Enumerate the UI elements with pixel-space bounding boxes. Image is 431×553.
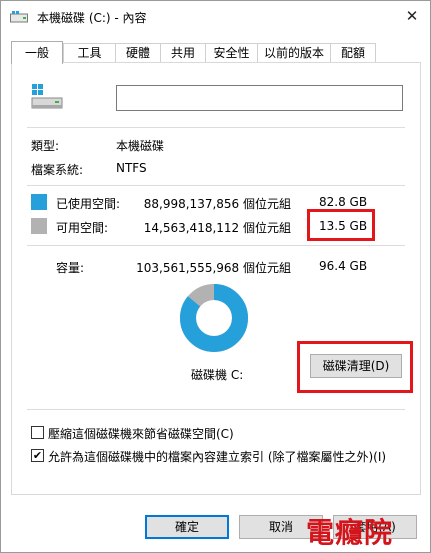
used-space-size: 82.8 GB (319, 195, 368, 209)
divider (27, 127, 405, 128)
highlight-box (307, 209, 375, 241)
free-space-bytes: 14,563,418,112 個位元組 (143, 221, 291, 235)
divider (27, 185, 405, 186)
close-icon: ✕ (405, 7, 419, 25)
used-space-bytes: 88,998,137,856 個位元組 (143, 197, 291, 211)
compress-label: 壓縮這個磁碟機來節省磁碟空間(C) (48, 427, 234, 441)
used-space-swatch (31, 194, 47, 210)
tab-tools[interactable]: 工具 (63, 43, 116, 63)
highlight-box (297, 341, 413, 393)
drive-icon (10, 11, 28, 23)
type-value: 本機磁碟 (116, 139, 165, 153)
properties-window: 本機磁碟 (C:) - 內容 ✕ 一般 工具 硬體 共用 安全性 以前的版本 配… (0, 0, 431, 553)
tab-bar: 一般 工具 硬體 共用 安全性 以前的版本 配額 (11, 41, 421, 64)
free-space-label: 可用空間: (56, 221, 109, 235)
tab-sharing[interactable]: 共用 (160, 43, 206, 63)
capacity-bytes: 103,561,555,968 個位元組 (136, 261, 291, 275)
title-bar: 本機磁碟 (C:) - 內容 ✕ (1, 1, 430, 33)
compress-checkbox[interactable] (31, 426, 44, 439)
watermark-logo: 電癮院 (306, 516, 394, 549)
drive-name-input[interactable] (116, 85, 403, 111)
index-label: 允許為這個磁碟機中的檔案內容建立索引 (除了檔案屬性之外)(I) (48, 450, 387, 464)
tab-quota[interactable]: 配額 (330, 43, 376, 63)
tab-general[interactable]: 一般 (11, 41, 63, 64)
disk-usage-donut (180, 284, 248, 352)
free-space-swatch (31, 218, 47, 234)
tab-previous-versions[interactable]: 以前的版本 (257, 43, 331, 63)
tab-security[interactable]: 安全性 (205, 43, 258, 63)
capacity-label: 容量: (56, 261, 85, 275)
type-label: 類型: (31, 139, 60, 153)
index-checkbox[interactable]: ✔ (31, 449, 44, 462)
file-system-value: NTFS (116, 161, 147, 175)
file-system-label: 檔案系統: (31, 163, 84, 177)
divider (27, 245, 405, 246)
local-disk-icon (31, 84, 63, 109)
divider (27, 409, 405, 410)
window-title: 本機磁碟 (C:) - 內容 (37, 11, 147, 25)
tab-hardware[interactable]: 硬體 (115, 43, 161, 63)
close-button[interactable]: ✕ (394, 1, 430, 31)
capacity-size: 96.4 GB (319, 259, 368, 273)
used-space-label: 已使用空間: (56, 197, 121, 211)
drive-label: 磁碟機 C: (191, 368, 244, 382)
ok-button[interactable]: 確定 (145, 515, 229, 539)
